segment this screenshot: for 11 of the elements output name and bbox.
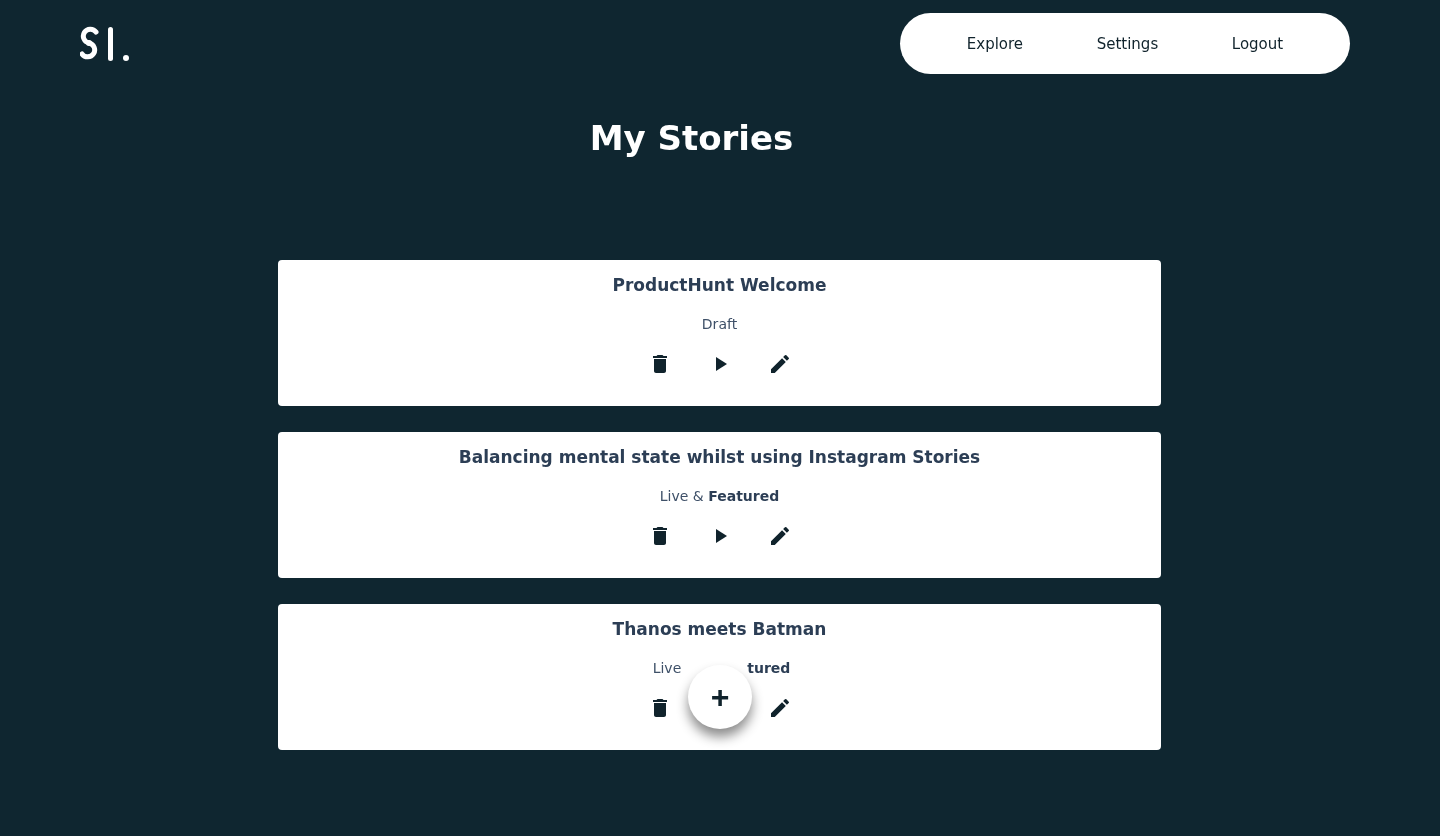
nav-link[interactable]: Explore — [966, 34, 1024, 53]
story-status: Live — [652, 660, 682, 676]
story-status: Live & Featured — [659, 488, 780, 504]
story-title: Balancing mental state whilst using Instagram Stories — [458, 447, 981, 467]
logo-icon — [80, 25, 130, 62]
page-title: My Stories — [588, 118, 795, 158]
story-title: Thanos meets Batman — [612, 619, 827, 639]
nav-link[interactable]: Settings — [1096, 34, 1159, 53]
story-status: Draft — [701, 316, 738, 332]
story-title: ProductHunt Welcome — [612, 275, 827, 295]
nav-link[interactable]: Logout — [1231, 34, 1284, 53]
